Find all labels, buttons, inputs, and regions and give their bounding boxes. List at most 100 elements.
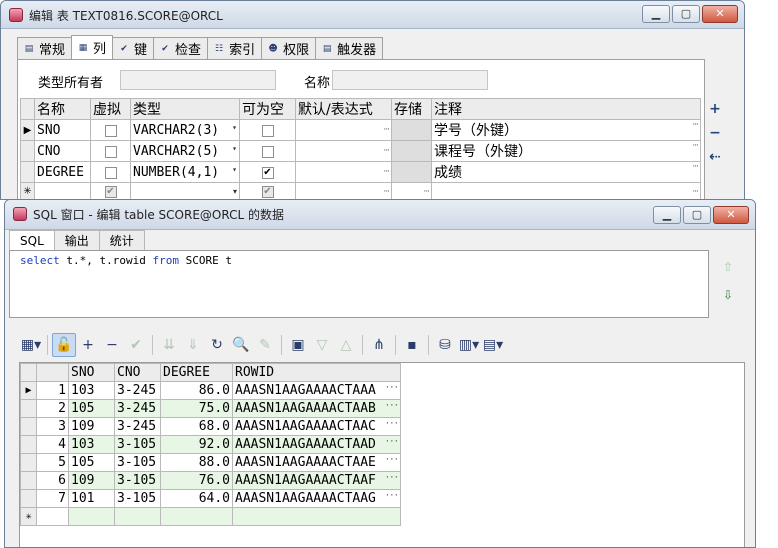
- cell-nullable[interactable]: ✔: [239, 182, 296, 199]
- table-row[interactable]: CNO VARCHAR2(5) ▾ ··· 课程号（外键） ···: [20, 140, 701, 162]
- arrow-up-icon[interactable]: ⇧: [721, 260, 735, 274]
- ellipsis-icon[interactable]: ···: [385, 401, 399, 411]
- cell-name[interactable]: CNO: [34, 140, 91, 162]
- cell-nullable[interactable]: [239, 119, 296, 141]
- nullable-checkbox[interactable]: ✔: [261, 186, 274, 198]
- cell-nullable[interactable]: [239, 140, 296, 162]
- cell-rowid[interactable]: AAASN1AAGAAAACTAAG ···: [232, 489, 401, 508]
- col-header-degree[interactable]: DEGREE: [160, 363, 233, 382]
- cell-virtual[interactable]: ✔: [90, 182, 131, 199]
- clear-icon[interactable]: ✎: [253, 333, 277, 357]
- table-row[interactable]: 2 105 3-245 75.0 AAASN1AAGAAAACTAAB ···: [20, 399, 401, 418]
- cell-rowid[interactable]: AAASN1AAGAAAACTAAC ···: [232, 417, 401, 436]
- cell-rowid[interactable]: AAASN1AAGAAAACTAAA ···: [232, 381, 401, 400]
- report-icon[interactable]: ▤▾: [481, 333, 505, 357]
- cell-degree[interactable]: 68.0: [160, 417, 233, 436]
- dropdown-icon[interactable]: ▾: [233, 187, 237, 196]
- cell-name[interactable]: [34, 182, 91, 199]
- cell-degree[interactable]: 75.0: [160, 399, 233, 418]
- cell-cno[interactable]: 3-245: [114, 417, 161, 436]
- cell-sno[interactable]: 109: [68, 471, 115, 490]
- nullable-checkbox[interactable]: [261, 124, 274, 137]
- tab-triggers[interactable]: ▤ 触发器: [315, 37, 384, 59]
- fetch-next-icon[interactable]: ⇊: [157, 333, 181, 357]
- table-row[interactable]: 5 105 3-105 88.0 AAASN1AAGAAAACTAAE ···: [20, 453, 401, 472]
- cell-degree[interactable]: 64.0: [160, 489, 233, 508]
- cell-name[interactable]: SNO: [34, 119, 91, 141]
- cell-virtual[interactable]: [90, 119, 131, 141]
- tab-checks[interactable]: ✔ 检查: [153, 37, 209, 59]
- ellipsis-icon[interactable]: ···: [383, 125, 390, 135]
- tab-sql[interactable]: SQL: [9, 230, 55, 250]
- cell-sno[interactable]: 109: [68, 417, 115, 436]
- save-icon[interactable]: ▪: [400, 333, 424, 357]
- cell-sno[interactable]: 105: [68, 453, 115, 472]
- col-header-rowid[interactable]: ROWID: [232, 363, 401, 382]
- cell-rowid[interactable]: AAASN1AAGAAAACTAAE ···: [232, 453, 401, 472]
- cell-virtual[interactable]: [90, 140, 131, 162]
- table-row-new[interactable]: ✳: [20, 507, 401, 526]
- ellipsis-icon[interactable]: ···: [385, 383, 399, 393]
- table-row[interactable]: 7 101 3-105 64.0 AAASN1AAGAAAACTAAG ···: [20, 489, 401, 508]
- grid-view-icon[interactable]: ▦▾: [19, 333, 43, 357]
- cell-sno[interactable]: 103: [68, 435, 115, 454]
- name-field[interactable]: [332, 70, 488, 90]
- cell-comment[interactable]: ···: [431, 182, 701, 199]
- tab-keys[interactable]: ✔ 键: [112, 37, 155, 59]
- cell-comment[interactable]: 学号（外键） ···: [431, 119, 701, 141]
- refresh-icon[interactable]: ↻: [205, 333, 229, 357]
- ellipsis-icon[interactable]: ···: [385, 455, 399, 465]
- cell-storage[interactable]: [391, 161, 432, 183]
- ellipsis-icon[interactable]: ···: [385, 419, 399, 429]
- cell-rowid[interactable]: AAASN1AAGAAAACTAAB ···: [232, 399, 401, 418]
- ellipsis-icon[interactable]: ···: [385, 491, 399, 501]
- cell-virtual[interactable]: [90, 161, 131, 183]
- cell-sno[interactable]: 103: [68, 381, 115, 400]
- tab-indexes[interactable]: ☷ 索引: [207, 37, 263, 59]
- insert-record-icon[interactable]: +: [76, 333, 100, 357]
- nullable-checkbox-checked[interactable]: ✔: [261, 166, 274, 179]
- virtual-checkbox[interactable]: [104, 166, 117, 179]
- cell-type[interactable]: VARCHAR2(5) ▾: [130, 140, 240, 162]
- cell-default[interactable]: ···: [295, 161, 392, 183]
- next-record-icon[interactable]: ▽: [310, 333, 334, 357]
- cell-storage[interactable]: [391, 140, 432, 162]
- cell-type[interactable]: VARCHAR2(3) ▾: [130, 119, 240, 141]
- minimize-button[interactable]: ▁: [653, 206, 681, 224]
- query-plan-icon[interactable]: ⋔: [367, 333, 391, 357]
- table-row[interactable]: ▶ SNO VARCHAR2(3) ▾ ··· 学号（外键） ···: [20, 119, 701, 141]
- virtual-checkbox[interactable]: [104, 124, 117, 137]
- cell-comment[interactable]: 课程号（外键） ···: [431, 140, 701, 162]
- cell-default[interactable]: ···: [295, 119, 392, 141]
- cell-cno[interactable]: 3-105: [114, 435, 161, 454]
- export-icon[interactable]: ⛁: [433, 333, 457, 357]
- ellipsis-icon[interactable]: ···: [383, 146, 390, 156]
- cell-sno[interactable]: 101: [68, 489, 115, 508]
- single-record-icon[interactable]: ▣: [286, 333, 310, 357]
- virtual-checkbox[interactable]: [104, 145, 117, 158]
- dropdown-icon[interactable]: ▾: [232, 165, 237, 174]
- cell-degree[interactable]: 76.0: [160, 471, 233, 490]
- ellipsis-icon[interactable]: ···: [423, 187, 430, 197]
- add-column-icon[interactable]: +: [707, 101, 723, 117]
- ellipsis-icon[interactable]: ···: [383, 167, 390, 177]
- cell-cno[interactable]: 3-245: [114, 381, 161, 400]
- minimize-button[interactable]: ▁: [642, 5, 670, 23]
- cell-storage[interactable]: ···: [391, 182, 432, 199]
- dropdown-icon[interactable]: ▾: [232, 144, 237, 153]
- maximize-button[interactable]: ▢: [672, 5, 700, 23]
- cell-cno[interactable]: [114, 507, 161, 526]
- delete-record-icon[interactable]: −: [100, 333, 124, 357]
- table-row[interactable]: 4 103 3-105 92.0 AAASN1AAGAAAACTAAD ···: [20, 435, 401, 454]
- fetch-last-icon[interactable]: ⇓: [181, 333, 205, 357]
- close-button[interactable]: ✕: [702, 5, 738, 23]
- cell-comment[interactable]: 成绩 ···: [431, 161, 701, 183]
- cell-cno[interactable]: 3-245: [114, 399, 161, 418]
- post-changes-icon[interactable]: ✔: [124, 333, 148, 357]
- arrow-down-icon[interactable]: ⇩: [721, 288, 735, 302]
- cell-degree[interactable]: 86.0: [160, 381, 233, 400]
- cell-degree[interactable]: [160, 507, 233, 526]
- cell-default[interactable]: ···: [295, 140, 392, 162]
- find-icon[interactable]: 🔍: [229, 333, 253, 357]
- ellipsis-icon[interactable]: ···: [385, 437, 399, 447]
